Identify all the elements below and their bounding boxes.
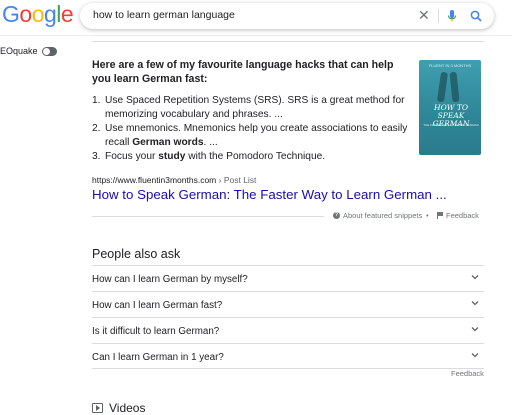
seoquake-label: EOquake [0,46,38,56]
close-icon[interactable]: ✕ [418,7,430,24]
people-also-ask-heading: People also ask [92,247,181,261]
question-text: How can I learn German fast? [92,300,223,311]
question-row[interactable]: How can I learn German by myself? [92,265,484,291]
list-item-number: 3. [92,151,101,162]
feedback-link[interactable]: Feedback [437,211,479,220]
flag-icon [437,212,443,219]
question-text: How can I learn German by myself? [92,274,248,285]
footer-divider [92,216,324,217]
list-item-text: Focus your study with the Pomodoro Techn… [105,151,326,162]
separator-dot: • [426,211,429,220]
thumbnail-figure [436,71,449,103]
list-item-number: 2. [92,123,101,134]
thumbnail-subtitle: THE FASTER WAY TO LEARN GERMAN [423,123,479,127]
logo-letter: o [31,1,45,27]
seoquake-toggle-row: EOquake [0,46,57,56]
question-row[interactable]: Can I learn German in 1 year? [92,343,484,369]
videos-label: Videos [109,401,146,415]
search-divider [438,9,439,23]
snippet-thumbnail[interactable]: FLUENT IN 3 MONTHS HOW TO SPEAK GERMAN T… [419,60,481,155]
snippet-footer: ? About featured snippets • Feedback [92,208,484,226]
question-row[interactable]: How can I learn German fast? [92,291,484,317]
result-url[interactable]: https://www.fluentin3months.com › Post L… [92,175,256,185]
thumbnail-brand: FLUENT IN 3 MONTHS [428,63,472,68]
list-item: 1. Use Spaced Repetition Systems (SRS). … [92,94,412,122]
search-input[interactable]: how to learn german language [93,9,235,21]
about-featured-snippets-link[interactable]: ? About featured snippets [333,211,422,220]
microphone-icon[interactable] [445,8,459,24]
top-bar: Google how to learn german language ✕ [0,0,512,36]
people-also-ask-list: How can I learn German by myself? How ca… [92,265,484,369]
snippet-list: 1. Use Spaced Repetition Systems (SRS). … [92,94,412,164]
question-text: Can I learn German in 1 year? [92,352,224,363]
chevron-down-icon [471,353,479,358]
logo-letter: o [19,1,32,27]
question-row[interactable]: Is it difficult to learn German? [92,317,484,343]
result-title-link[interactable]: How to Speak German: The Faster Way to L… [92,187,447,202]
google-logo[interactable]: Google [2,1,74,28]
question-text: Is it difficult to learn German? [92,326,220,337]
magnifier-icon[interactable] [469,8,483,24]
video-play-icon [92,403,103,413]
logo-letter: g [43,1,57,27]
feedback-link[interactable]: Feedback [451,369,484,378]
list-item-text: Use mnemonics. Mnemonics help you create… [105,123,408,148]
seoquake-toggle[interactable] [41,46,57,56]
list-item: 2. Use mnemonics. Mnemonics help you cre… [92,122,412,150]
breadcrumb: › Post List [216,175,257,185]
logo-letter: e [60,1,74,27]
snippet-divider [92,41,484,42]
help-icon: ? [333,212,340,219]
search-box[interactable]: how to learn german language ✕ [80,3,494,29]
list-item-text: Use Spaced Repetition Systems (SRS). SRS… [105,95,405,120]
list-item-number: 1. [92,95,101,106]
chevron-down-icon [471,275,479,280]
chevron-down-icon [471,327,479,332]
videos-section-heading: Videos [92,401,145,415]
thumbnail-figure [449,71,460,103]
snippet-intro: Here are a few of my favourite language … [92,59,394,85]
list-item: 3. Focus your study with the Pomodoro Te… [92,150,412,164]
logo-letter: G [2,1,20,27]
chevron-down-icon [471,301,479,306]
